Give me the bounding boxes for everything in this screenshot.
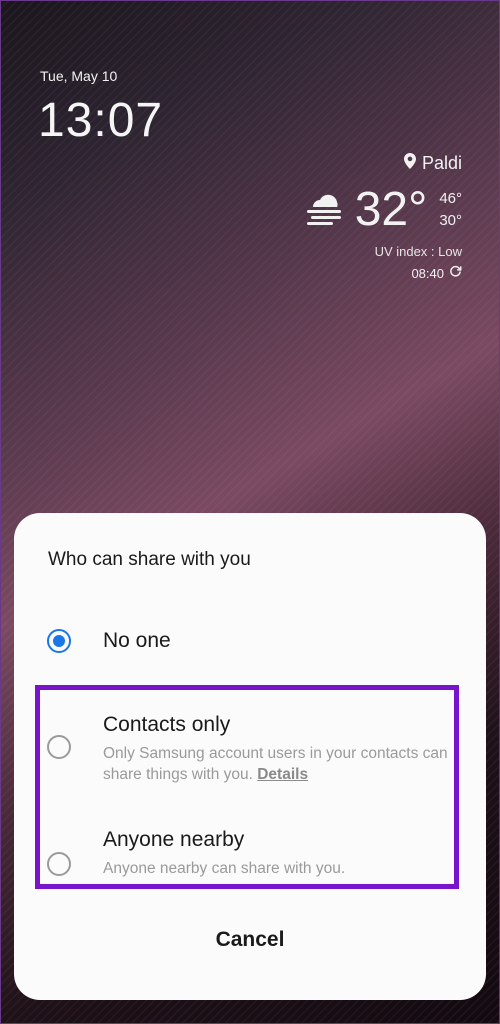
high-temperature: 46°: [439, 190, 462, 207]
location-name: Paldi: [421, 153, 462, 173]
updated-time: 08:40: [411, 265, 444, 281]
location-pin-icon: [403, 153, 416, 174]
cancel-button[interactable]: Cancel: [14, 928, 486, 952]
radio-no-one[interactable]: [47, 629, 71, 653]
low-temperature: 30°: [439, 212, 462, 229]
weather-widget[interactable]: 32° 46° 30°: [305, 186, 462, 234]
uv-index: UV index : Low: [374, 244, 462, 259]
current-temperature: 32°: [354, 183, 428, 236]
option-no-one[interactable]: No one: [14, 621, 486, 661]
option-label: No one: [103, 629, 171, 652]
highlight-box: [35, 685, 459, 889]
cloud-fog-icon: [305, 191, 345, 230]
share-permission-dialog: Who can share with you No one Contacts o…: [14, 513, 486, 1000]
temperature-range: 46° 30°: [439, 188, 462, 232]
lockscreen-clock: 13:07: [38, 94, 164, 147]
lockscreen-date: Tue, May 10: [40, 68, 118, 84]
dialog-title: Who can share with you: [48, 549, 251, 570]
weather-location[interactable]: Paldi: [403, 153, 462, 174]
refresh-icon[interactable]: [449, 265, 462, 281]
weather-updated[interactable]: 08:40: [411, 265, 462, 281]
